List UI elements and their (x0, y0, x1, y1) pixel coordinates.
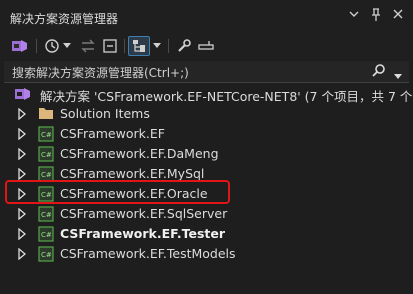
csharp-project-icon: C# (38, 206, 54, 225)
chevron-right-icon[interactable] (17, 107, 27, 123)
svg-text:C#: C# (41, 211, 52, 219)
collapse-all-icon[interactable] (100, 36, 120, 56)
solution-label: 解决方案 'CSFramework.EF-NETCore-NET8' (7 个项… (40, 89, 413, 104)
svg-text:C#: C# (41, 131, 52, 139)
tree-item[interactable]: C# CSFramework.EF.TestModels (0, 244, 413, 264)
close-icon[interactable] (391, 8, 405, 22)
tree-item-startup-project[interactable]: C# CSFramework.EF.Tester (0, 224, 413, 244)
svg-text:C#: C# (41, 231, 52, 239)
pin-icon[interactable] (369, 8, 383, 22)
history-icon[interactable] (42, 36, 62, 56)
csharp-project-icon: C# (38, 126, 54, 145)
tree-solution-node[interactable]: 解决方案 'CSFramework.EF-NETCore-NET8' (7 个项… (0, 84, 413, 104)
svg-text:C#: C# (41, 171, 52, 179)
search-icon[interactable] (371, 63, 387, 83)
show-all-files-icon[interactable] (128, 36, 150, 56)
tree-item[interactable]: C# CSFramework.EF (0, 124, 413, 144)
chevron-down-icon[interactable] (347, 8, 361, 22)
csharp-project-icon: C# (38, 226, 54, 245)
search-placeholder: 搜索解决方案资源管理器(Ctrl+;) (12, 66, 189, 80)
panel-title-actions (347, 8, 405, 22)
annotation-highlight-box (5, 180, 230, 204)
chevron-right-icon[interactable] (17, 127, 27, 143)
chevron-right-icon[interactable] (17, 147, 27, 163)
dropdown-arrow-icon[interactable] (152, 36, 162, 56)
sync-icon[interactable] (78, 36, 98, 56)
tree-item-label: CSFramework.EF.SqlServer (60, 206, 228, 221)
svg-text:C#: C# (41, 151, 52, 159)
folder-icon (38, 106, 54, 123)
panel-toolbar (0, 32, 413, 60)
svg-text:C#: C# (41, 251, 52, 259)
preview-icon[interactable] (196, 36, 216, 56)
tree-item[interactable]: C# CSFramework.EF.SqlServer (0, 204, 413, 224)
csharp-project-icon: C# (38, 146, 54, 165)
tree-item-label: CSFramework.EF.MySql (60, 166, 205, 181)
csharp-project-icon: C# (38, 246, 54, 265)
chevron-right-icon[interactable] (17, 227, 27, 243)
chevron-right-icon[interactable] (17, 207, 27, 223)
tree-item-label: CSFramework.EF.DaMeng (60, 146, 219, 161)
tree-item-label: Solution Items (60, 106, 150, 121)
search-options-dropdown-icon[interactable] (394, 65, 402, 84)
properties-wrench-icon[interactable] (174, 36, 194, 56)
solution-icon (14, 86, 32, 105)
chevron-right-icon[interactable] (17, 247, 27, 263)
tree-item[interactable]: C# CSFramework.EF.DaMeng (0, 144, 413, 164)
tree-item[interactable]: Solution Items (0, 104, 413, 124)
switch-views-icon[interactable] (10, 36, 30, 56)
tree-item-label: CSFramework.EF (60, 126, 165, 141)
search-box[interactable]: 搜索解决方案资源管理器(Ctrl+;) (4, 61, 409, 83)
dropdown-arrow-icon[interactable] (62, 36, 72, 56)
tree-item-label: CSFramework.EF.Tester (60, 226, 226, 241)
tree-item-label: CSFramework.EF.TestModels (60, 246, 236, 261)
panel-titlebar: 解决方案资源管理器 (0, 0, 413, 32)
panel-title: 解决方案资源管理器 (10, 12, 119, 26)
